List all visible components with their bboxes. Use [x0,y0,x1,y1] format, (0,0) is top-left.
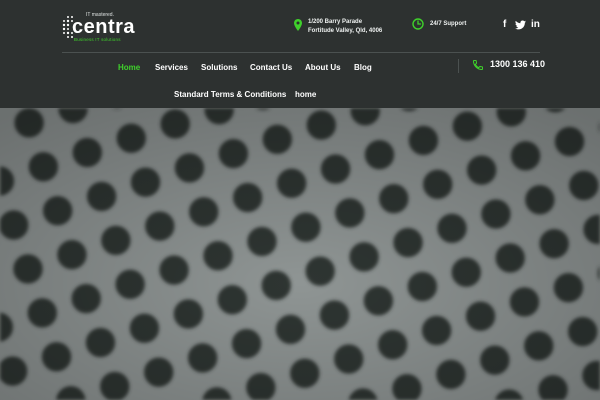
support-label: 24/7 Support [430,21,467,27]
clock-icon [412,18,424,30]
nav-solutions[interactable]: Solutions [201,63,237,72]
site-header: IT mastered. centra Business IT solution… [0,0,600,108]
nav-about-us[interactable]: About Us [305,63,341,72]
nav-services[interactable]: Services [155,63,188,72]
nav-blog[interactable]: Blog [354,63,372,72]
nav-home[interactable]: Home [118,63,140,72]
hero-pattern-image [0,108,600,400]
address-line-1: 1/200 Barry Parade [308,19,363,25]
centra-logo[interactable]: IT mastered. centra Business IT solution… [62,12,136,44]
nav-contact-us[interactable]: Contact Us [250,63,292,72]
linkedin-icon[interactable]: in [531,19,540,31]
facebook-icon[interactable]: f [503,19,506,31]
map-pin-icon [294,19,302,31]
address-line-2: Fortitude Valley, Qld, 4006 [308,28,383,34]
logo-tagline-bottom: Business IT solutions [74,37,121,42]
twitter-icon[interactable] [515,20,526,30]
address-text: 1/200 Barry Parade Fortitude Valley, Qld… [308,18,382,36]
nav-separator [458,59,459,73]
phone-icon [472,60,483,71]
nav-home-secondary[interactable]: home [295,90,316,99]
header-divider [62,52,540,53]
phone-number[interactable]: 1300 136 410 [490,59,545,69]
hero-banner [0,108,600,400]
nav-standard-terms[interactable]: Standard Terms & Conditions [174,90,286,99]
logo-wordmark: centra [72,16,136,38]
